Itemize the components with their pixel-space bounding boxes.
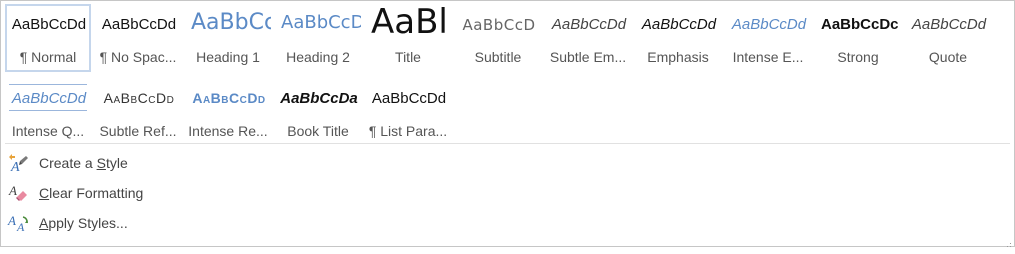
- style-preview: AaBbCcD: [281, 12, 361, 33]
- style-preview: AaBbCcDd: [911, 16, 987, 33]
- style-label: ¶ List Para...: [368, 123, 448, 139]
- style-intense-quote[interactable]: AaBbCcDd Intense Q...: [5, 78, 91, 146]
- style-preview: AaBbCcDd: [371, 90, 447, 107]
- style-book-title[interactable]: AaBbCcDa Book Title: [275, 78, 361, 146]
- style-label: Heading 2: [286, 49, 350, 65]
- style-intense-emphasis[interactable]: AaBbCcDd Intense E...: [725, 4, 811, 72]
- style-intense-reference[interactable]: AaBbCcDd Intense Re...: [185, 78, 271, 146]
- style-label: ¶ No Spac...: [99, 49, 177, 65]
- style-preview: AaBbCcDd: [551, 16, 627, 33]
- style-preview: AaBbCcDc: [821, 16, 899, 33]
- style-preview: AaBbCcDd: [11, 90, 87, 107]
- svg-text:A: A: [8, 183, 17, 198]
- style-label: Subtle Ref...: [99, 123, 177, 139]
- style-label: Intense Q...: [11, 123, 85, 139]
- style-label: ¶ Normal: [19, 49, 77, 65]
- apply-styles-icon: A A: [7, 213, 31, 233]
- style-preview: AaBbCc: [191, 10, 271, 35]
- apply-styles-button[interactable]: A A Apply Styles...: [7, 208, 143, 238]
- create-style-icon: A: [7, 153, 31, 173]
- apply-styles-label: Apply Styles...: [39, 215, 128, 231]
- style-label: Strong: [837, 49, 879, 65]
- styles-commands: A Create a Style A Clear Formatting A A …: [7, 148, 143, 238]
- style-heading-1[interactable]: AaBbCc Heading 1: [185, 4, 271, 72]
- svg-text:A: A: [7, 213, 16, 228]
- clear-formatting-icon: A: [7, 183, 31, 203]
- create-style-label: Create a Style: [39, 155, 128, 171]
- style-label: Emphasis: [647, 49, 709, 65]
- resize-grip-icon[interactable]: [1004, 236, 1012, 247]
- style-preview: AaBbCcDd: [101, 16, 177, 33]
- style-emphasis[interactable]: AaBbCcDd Emphasis: [635, 4, 721, 72]
- style-subtle-emphasis[interactable]: AaBbCcDd Subtle Em...: [545, 4, 631, 72]
- style-subtle-reference[interactable]: AaBbCcDd Subtle Ref...: [95, 78, 181, 146]
- style-label: Quote: [928, 49, 968, 65]
- style-gallery: AaBbCcDd ¶ Normal AaBbCcDd ¶ No Spac... …: [5, 4, 1005, 142]
- style-preview: AaBbCcDd: [731, 16, 807, 33]
- style-preview: AaBbCcDd: [192, 90, 266, 106]
- style-heading-2[interactable]: AaBbCcD Heading 2: [275, 4, 361, 72]
- style-preview: AaBbCcDd: [11, 16, 87, 33]
- style-title[interactable]: AaBl Title: [365, 4, 451, 72]
- style-label: Book Title: [287, 123, 349, 139]
- create-a-style-button[interactable]: A Create a Style: [7, 148, 143, 178]
- style-preview: AaBbCcDd: [103, 90, 175, 106]
- style-strong[interactable]: AaBbCcDc Strong: [815, 4, 901, 72]
- clear-formatting-label: Clear Formatting: [39, 185, 144, 201]
- style-label: Title: [395, 49, 421, 65]
- style-label: Heading 1: [196, 49, 260, 65]
- style-gallery-row-1: AaBbCcDd ¶ Normal AaBbCcDd ¶ No Spac... …: [5, 4, 995, 72]
- style-gallery-row-2: AaBbCcDd Intense Q... AaBbCcDd Subtle Re…: [5, 78, 455, 146]
- style-list-paragraph[interactable]: AaBbCcDd ¶ List Para...: [365, 78, 451, 146]
- style-preview: AaBl: [371, 4, 448, 42]
- style-no-spacing[interactable]: AaBbCcDd ¶ No Spac...: [95, 4, 181, 72]
- style-preview: AaBbCcD: [462, 16, 536, 34]
- style-normal[interactable]: AaBbCcDd ¶ Normal: [5, 4, 91, 72]
- style-label: Intense E...: [732, 49, 804, 65]
- style-quote[interactable]: AaBbCcDd Quote: [905, 4, 991, 72]
- svg-text:A: A: [16, 220, 25, 233]
- styles-gallery-panel: AaBbCcDd ¶ Normal AaBbCcDd ¶ No Spac... …: [0, 0, 1015, 247]
- clear-formatting-button[interactable]: A Clear Formatting: [7, 178, 143, 208]
- style-preview: AaBbCcDa: [280, 90, 358, 107]
- svg-text:A: A: [10, 160, 20, 173]
- style-label: Subtle Em...: [549, 49, 627, 65]
- gallery-divider: [5, 143, 1010, 144]
- style-preview: AaBbCcDd: [641, 16, 717, 33]
- style-label: Intense Re...: [188, 123, 268, 139]
- style-label: Subtitle: [474, 49, 522, 65]
- style-subtitle[interactable]: AaBbCcD Subtitle: [455, 4, 541, 72]
